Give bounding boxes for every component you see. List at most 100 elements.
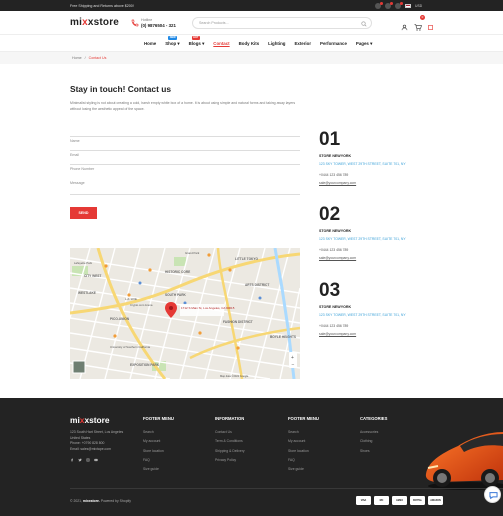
footer-link[interactable]: Clothing xyxy=(360,437,387,446)
footer-link[interactable]: Store location xyxy=(288,447,319,456)
nav-item-home[interactable]: Home xyxy=(144,41,156,47)
footer-link[interactable]: Search xyxy=(143,428,174,437)
nav-item-performance[interactable]: Performance xyxy=(320,41,347,47)
nav-item-pages[interactable]: Pages ▾ xyxy=(356,41,372,47)
store-phone: +0444 123 456 789 xyxy=(319,173,349,177)
map-label-city-west: CITY WEST xyxy=(84,274,101,278)
nav-item-contact[interactable]: Contact xyxy=(213,41,229,47)
nav-divider-top xyxy=(0,34,503,35)
amex-icon: AMEX xyxy=(392,496,407,505)
nav-label: Contact xyxy=(213,41,230,46)
message-field[interactable]: Message xyxy=(70,171,300,195)
footer-link[interactable]: My account xyxy=(143,437,174,446)
footer-link[interactable]: Term & Conditions xyxy=(215,437,245,446)
search-icon[interactable] xyxy=(361,20,367,27)
nav-item-exterior[interactable]: Exterior xyxy=(294,41,311,47)
footer-logo[interactable]: mixxstore xyxy=(70,415,110,425)
map-label-fashion-district: FASHION DISTRICT xyxy=(223,320,253,324)
account-icon[interactable] xyxy=(401,24,408,31)
name-field[interactable]: Name xyxy=(70,129,300,143)
map-pin-label: 1712 S Main St, Los Angeles, CA 90015 xyxy=(181,306,235,310)
nav-item-blogs[interactable]: HOT Blogs ▾ xyxy=(188,36,205,47)
footer-link[interactable]: Accessories xyxy=(360,428,387,437)
footer-column: CATEGORIES Accessories Clothing Shoes xyxy=(360,416,387,456)
instagram-icon[interactable] xyxy=(86,458,90,462)
store-address[interactable]: 123 SKY TOWER, WEST 29TH STREET, SUITE 7… xyxy=(319,237,406,241)
store-name: STORE NEWYORK xyxy=(319,305,352,309)
store-card: 02 STORE NEWYORK 123 SKY TOWER, WEST 29T… xyxy=(319,205,406,260)
site-footer: mixxstore 123 South Hart Street, Los Ang… xyxy=(0,398,503,516)
nav-label: Shop xyxy=(165,41,177,46)
store-address[interactable]: 123 SKY TOWER, WEST 29TH STREET, SUITE 7… xyxy=(319,313,406,317)
store-email[interactable]: sale@yourcompany.com xyxy=(319,181,406,185)
youtube-icon[interactable] xyxy=(94,458,98,462)
store-phone: +0444 123 456 789 xyxy=(319,324,349,328)
footer-link[interactable]: FAQ xyxy=(288,456,319,465)
compare-icon[interactable] xyxy=(395,1,403,9)
phone-field[interactable]: Phone Number xyxy=(70,157,300,171)
chevron-down-icon: ▾ xyxy=(370,41,373,46)
hotline-number[interactable]: (0) 9876504 - 321 xyxy=(141,23,176,28)
chevron-down-icon: ▾ xyxy=(202,41,205,46)
breadcrumb-home[interactable]: Home xyxy=(72,56,82,60)
search-bar[interactable]: Search Products... xyxy=(192,17,372,29)
nav-badge-new: NEW xyxy=(168,36,178,40)
top-bar: Free Shipping and Returns above $200! US… xyxy=(0,0,503,11)
nav-item-body-kits[interactable]: Body Kits xyxy=(239,41,260,47)
chat-widget-button[interactable] xyxy=(484,486,501,503)
nav-item-shop[interactable]: NEW Shop ▾ xyxy=(165,36,180,47)
wishlist-icon[interactable] xyxy=(385,1,393,9)
footer-link[interactable]: Contact Us xyxy=(215,428,245,437)
footer-link[interactable]: My account xyxy=(288,437,319,446)
footer-link[interactable]: Store location xyxy=(143,447,174,456)
map-label-lafayette-park: Lafayette Park xyxy=(74,261,93,265)
store-address[interactable]: 123 SKY TOWER, WEST 29TH STREET, SUITE 7… xyxy=(319,162,406,166)
breadcrumb-current: Contact Us xyxy=(88,56,107,60)
map-label-south-park: SOUTH PARK xyxy=(165,293,187,297)
footer-link[interactable]: Search xyxy=(288,428,319,437)
svg-text:+: + xyxy=(291,355,294,361)
google-map[interactable]: CITY WEST HISTORIC CORE SOUTH PARK FASHI… xyxy=(70,248,300,379)
us-flag-icon[interactable] xyxy=(405,3,411,8)
promo-text: Free Shipping and Returns above $200! xyxy=(70,3,134,8)
twitter-icon[interactable] xyxy=(78,458,82,462)
store-email[interactable]: sale@yourcompany.com xyxy=(319,332,406,336)
topbar-actions: USD xyxy=(375,1,422,9)
site-logo[interactable]: mixxstore xyxy=(70,17,119,28)
map-label-crypto: Crypto.com Arena xyxy=(130,303,153,307)
map-canvas[interactable]: CITY WEST HISTORIC CORE SOUTH PARK FASHI… xyxy=(70,248,300,379)
map-label-exposition-park: EXPOSITION PARK xyxy=(130,363,160,367)
map-label-grand-park: Grand Park xyxy=(185,251,200,255)
copyright-suffix: Powered by Shopify xyxy=(100,499,131,503)
nav-label: Blogs xyxy=(188,41,201,46)
footer-column: FOOTER MENU Search My account Store loca… xyxy=(143,416,174,474)
store-number: 01 xyxy=(319,129,341,150)
footer-link[interactable]: FAQ xyxy=(143,456,174,465)
map-label-la-live: L.A. LIVE xyxy=(125,297,137,301)
social-links xyxy=(70,458,98,462)
footer-link[interactable]: Privacy Policy xyxy=(215,456,245,465)
map-label-pico-union: PICO-UNION xyxy=(110,317,130,321)
nav-item-lighting[interactable]: Lighting xyxy=(268,41,285,47)
store-name: STORE NEWYORK xyxy=(319,229,352,233)
nav-label: Body Kits xyxy=(238,41,260,46)
paypal-icon: PAYPAL xyxy=(410,496,425,505)
copyright-brand[interactable]: mixxstore. xyxy=(83,499,100,503)
logo-text-a: mi xyxy=(70,17,83,28)
footer-column-title: FOOTER MENU xyxy=(143,416,174,421)
search-input[interactable]: Search Products... xyxy=(199,21,229,25)
footer-link[interactable]: Shoes xyxy=(360,447,387,456)
user-circle-icon[interactable] xyxy=(375,1,383,9)
amazon-pay-icon: AMAZON xyxy=(428,496,443,505)
facebook-icon[interactable] xyxy=(70,458,74,462)
email-field[interactable]: Email xyxy=(70,143,300,157)
satellite-toggle[interactable] xyxy=(72,360,86,374)
footer-link[interactable]: Size guide xyxy=(288,465,319,474)
footer-link[interactable]: Shipping & Delivery xyxy=(215,447,245,456)
footer-info-line: 123 South Hart Street, Los Angeles xyxy=(70,430,124,434)
footer-link[interactable]: Size guide xyxy=(143,465,174,474)
menu-grid-icon[interactable] xyxy=(428,24,433,30)
currency-selector[interactable]: USD xyxy=(415,4,422,8)
send-button[interactable]: SEND xyxy=(70,207,97,219)
store-email[interactable]: sale@yourcompany.com xyxy=(319,256,406,260)
